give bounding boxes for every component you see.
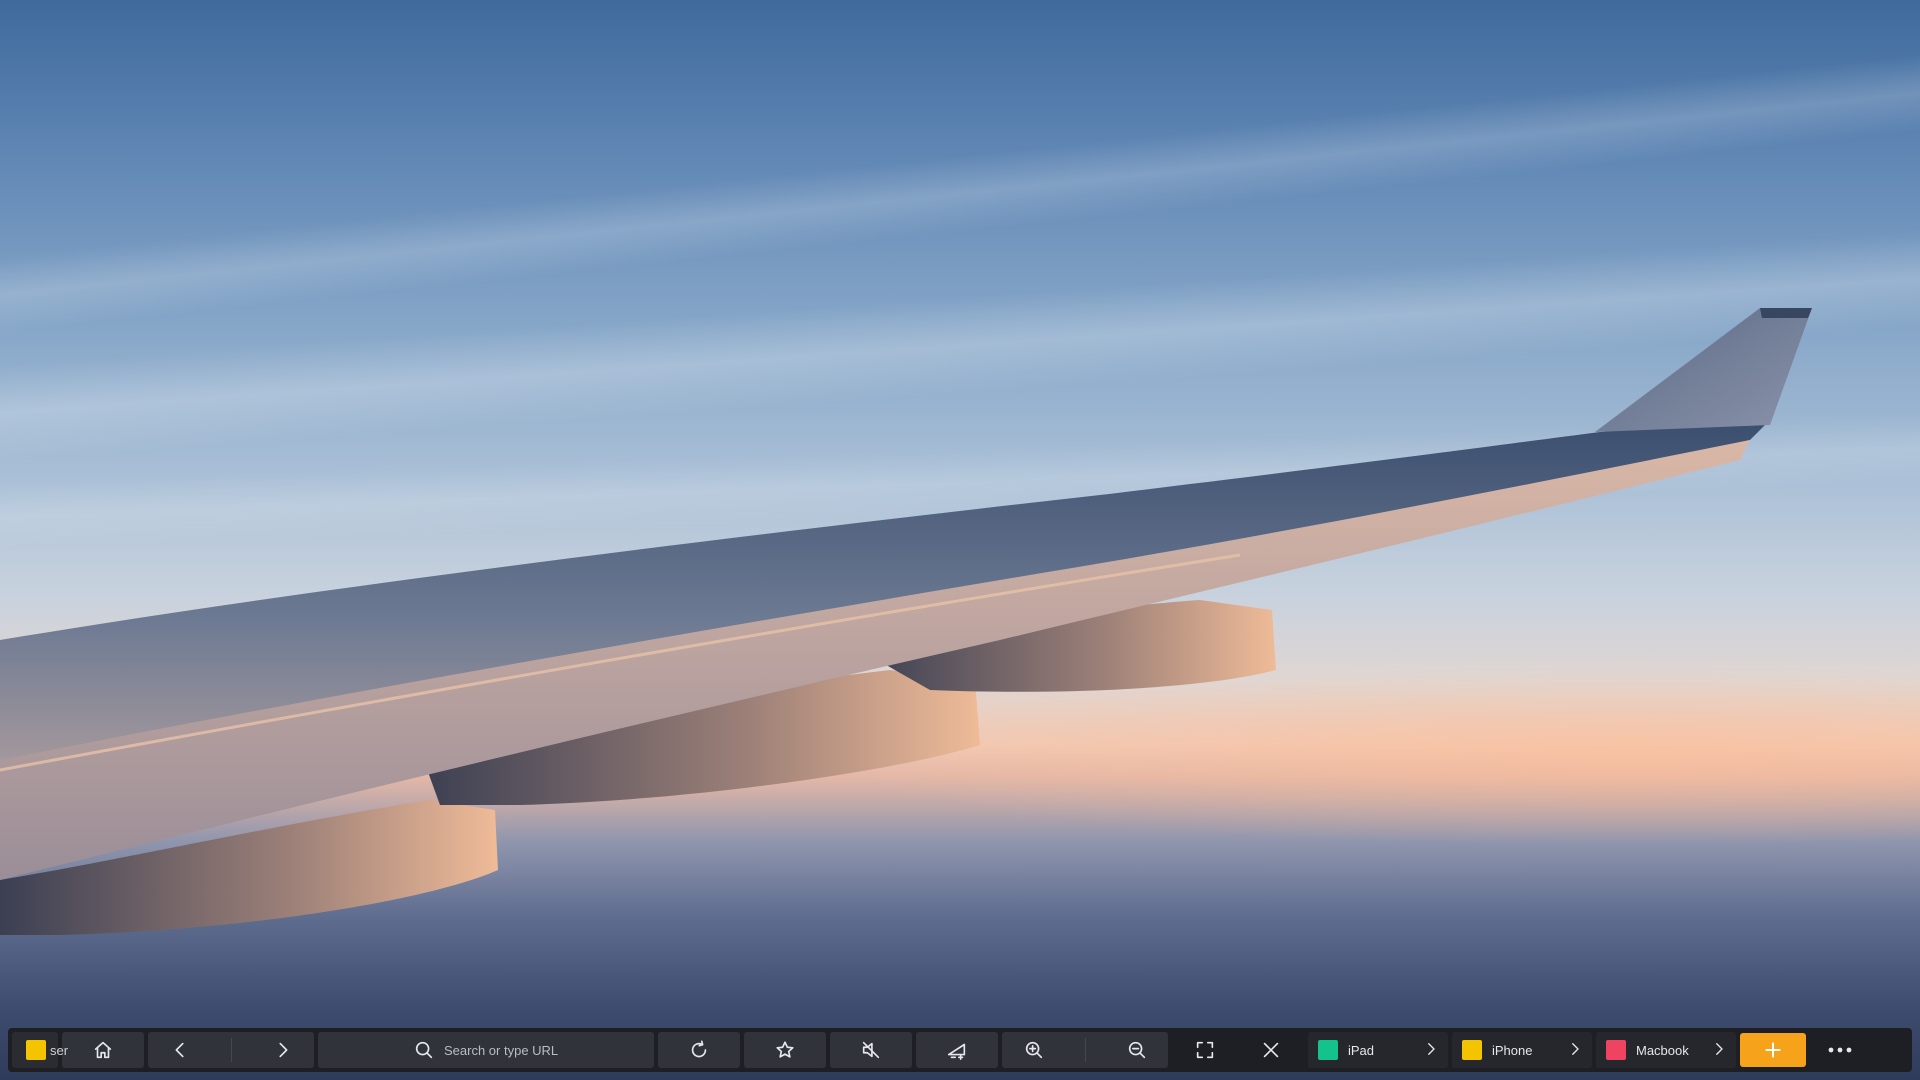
chevron-right-icon: [278, 1042, 287, 1058]
plus-icon: [1765, 1042, 1781, 1058]
reload-icon: [687, 1038, 711, 1062]
close-icon: [1263, 1042, 1279, 1058]
mute-button[interactable]: [830, 1032, 912, 1068]
zoom-out-icon: [1128, 1041, 1145, 1059]
search-input[interactable]: Search or type URL: [318, 1032, 654, 1068]
close-button[interactable]: [1259, 1038, 1283, 1062]
chevron-right-icon[interactable]: [1710, 1040, 1728, 1061]
zoom-buttons: [1002, 1032, 1168, 1068]
volume-icon: [945, 1038, 969, 1062]
navigation-buttons: [148, 1032, 314, 1068]
fullscreen-button[interactable]: [1193, 1038, 1217, 1062]
ipad-color-square: [1318, 1040, 1338, 1060]
bottom-taskbar: ser Search or type URL iPad iPhone Macbo…: [8, 1028, 1912, 1072]
reload-button[interactable]: [658, 1032, 740, 1068]
star-icon: [773, 1038, 797, 1062]
home-icon: [91, 1038, 115, 1062]
mute-icon: [859, 1038, 883, 1062]
device-tab-iphone[interactable]: iPhone: [1452, 1032, 1592, 1068]
divider: [230, 1038, 232, 1062]
more-icon: [1828, 1047, 1852, 1053]
back-button[interactable]: [168, 1038, 192, 1062]
device-name: iPhone: [1492, 1042, 1533, 1058]
chevron-left-icon: [175, 1042, 184, 1058]
zoom-in-button[interactable]: [1022, 1038, 1046, 1062]
more-button[interactable]: [1810, 1032, 1870, 1068]
macbook-color-square: [1606, 1040, 1626, 1060]
search-icon: [412, 1038, 436, 1062]
zoom-in-icon: [1025, 1041, 1042, 1059]
iphone-color-square: [1462, 1040, 1482, 1060]
device-tab-macbook[interactable]: Macbook: [1596, 1032, 1736, 1068]
volume-button[interactable]: [916, 1032, 998, 1068]
add-device-button[interactable]: [1740, 1033, 1806, 1067]
device-tab-ipad[interactable]: iPad: [1308, 1032, 1448, 1068]
window-controls: [1172, 1032, 1304, 1068]
chevron-right-icon[interactable]: [1422, 1040, 1440, 1061]
home-button[interactable]: [62, 1032, 144, 1068]
app-tile-label: ser: [50, 1042, 69, 1058]
app-tile[interactable]: ser: [12, 1032, 68, 1068]
forward-button[interactable]: [271, 1038, 295, 1062]
fullscreen-icon: [1196, 1041, 1214, 1059]
app-color-square: [26, 1040, 46, 1060]
device-name: Macbook: [1636, 1042, 1689, 1058]
bookmark-button[interactable]: [744, 1032, 826, 1068]
zoom-out-button[interactable]: [1125, 1038, 1149, 1062]
divider: [1084, 1038, 1086, 1062]
search-placeholder: Search or type URL: [444, 1042, 559, 1058]
device-name: iPad: [1348, 1042, 1375, 1058]
chevron-right-icon[interactable]: [1566, 1040, 1584, 1061]
airplane-wing-image: [0, 308, 1812, 935]
